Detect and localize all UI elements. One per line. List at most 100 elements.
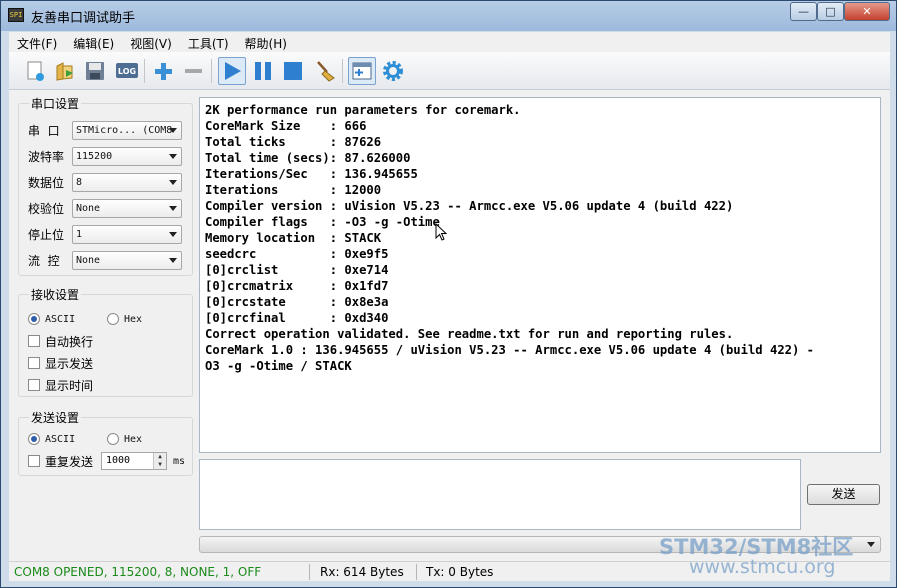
stepper-up-icon[interactable]: ▲ [154,453,166,461]
show-time-label: 显示时间 [45,378,94,393]
send-ascii-radio[interactable] [28,433,40,445]
toolbar: LOG [9,52,890,90]
repeat-send-row: 重复发送 1000 ▲ ▼ ms [28,451,185,471]
interval-unit: ms [173,455,186,467]
port-label: 串 口 [28,123,60,138]
receive-line: Total ticks : 87626 [205,135,382,149]
add-icon[interactable] [149,57,177,85]
databits-row: 数据位 8 [28,172,182,192]
port-select[interactable]: STMicro... (COM8 [72,120,182,140]
serial-settings-group: 串口设置 串 口 STMicro... (COM8 波特率 115200 数据位… [18,95,193,276]
chevron-down-icon [169,179,177,185]
receive-line: Iterations : 12000 [205,183,382,197]
receive-line: Compiler flags : -O3 -g -Otime [205,215,440,229]
receive-line: CoreMark Size : 666 [205,119,367,133]
stop-icon[interactable] [279,57,307,85]
mouse-cursor-icon [435,223,448,241]
receive-line: Correct operation validated. See readme.… [205,327,734,341]
repeat-send-checkbox[interactable] [28,455,40,467]
send-hex-label: Hex [124,433,143,445]
new-window-icon[interactable] [348,57,376,85]
menu-help[interactable]: 帮助(H) [237,32,295,52]
stepper-buttons[interactable]: ▲ ▼ [153,453,166,469]
status-tx: Tx: 0 Bytes [426,565,494,579]
send-settings-title: 发送设置 [29,409,82,426]
flow-select[interactable]: None [72,250,182,270]
main-area: 串口设置 串 口 STMicro... (COM8 波特率 115200 数据位… [9,90,890,561]
remove-icon[interactable] [179,57,207,85]
receive-ascii-label: ASCII [45,313,76,325]
open-icon[interactable] [51,57,79,85]
receive-line: CoreMark 1.0 : 136.945655 / uVision V5.2… [205,343,815,357]
send-textarea[interactable] [199,459,801,530]
receive-line: [0]crcstate : 0x8e3a [205,295,389,309]
clear-broom-icon[interactable] [311,57,339,85]
new-icon[interactable] [21,57,49,85]
receive-settings-group: 接收设置 ASCII Hex 自动换行 显示发送 显示时间 [18,286,193,397]
receive-line: Iterations/Sec : 136.945655 [205,167,418,181]
menu-bar: 文件(F) 编辑(E) 视图(V) 工具(T) 帮助(H) [9,32,890,52]
send-button[interactable]: 发送 [807,484,880,505]
watermark-url: www.stmcu.org [689,556,836,578]
receive-line: O3 -g -Otime / STACK [205,359,352,373]
receive-line: Compiler version : uVision V5.23 -- Armc… [205,199,734,213]
stopbits-row: 停止位 1 [28,224,182,244]
window-title: 友善串口调试助手 [31,11,136,26]
auto-wrap-row: 自动换行 [28,331,93,351]
stopbits-select[interactable]: 1 [72,224,182,244]
stopbits-label: 停止位 [28,227,65,242]
baud-select[interactable]: 115200 [72,146,182,166]
interval-value: 1000 [106,455,131,466]
flow-value: None [76,254,101,266]
menu-edit[interactable]: 编辑(E) [65,32,122,52]
flow-row: 流 控 None [28,250,182,270]
receive-textarea[interactable]: 2K performance run parameters for corema… [199,97,881,453]
auto-wrap-label: 自动换行 [45,334,94,349]
menu-tools[interactable]: 工具(T) [180,32,237,52]
close-button[interactable]: ✕ [844,2,890,21]
show-send-checkbox[interactable] [28,357,40,369]
receive-line: [0]crclist : 0xe714 [205,263,389,277]
interval-stepper[interactable]: 1000 ▲ ▼ [101,452,167,470]
title-bar[interactable]: SPI 友善串口调试助手 — □ ✕ [1,1,896,31]
receive-line: [0]crcmatrix : 0x1fd7 [205,279,389,293]
send-mode-row: ASCII Hex [28,429,142,449]
show-time-checkbox[interactable] [28,379,40,391]
menu-file[interactable]: 文件(F) [9,32,65,52]
databits-select[interactable]: 8 [72,172,182,192]
chevron-down-icon [169,257,177,263]
stopbits-value: 1 [76,228,83,240]
maximize-button[interactable]: □ [817,2,844,21]
show-time-row: 显示时间 [28,375,93,395]
databits-value: 8 [76,176,83,188]
window-controls: — □ ✕ [790,2,890,21]
show-send-row: 显示发送 [28,353,93,373]
save-icon[interactable] [81,57,109,85]
flow-label: 流 控 [28,253,60,268]
pause-icon[interactable] [249,57,277,85]
serial-settings-title: 串口设置 [29,95,82,112]
menu-view[interactable]: 视图(V) [122,32,180,52]
port-row: 串 口 STMicro... (COM8 [28,120,182,140]
port-value: STMicro... (COM8 [76,124,173,136]
auto-wrap-checkbox[interactable] [28,335,40,347]
stepper-down-icon[interactable]: ▼ [154,461,166,469]
parity-select[interactable]: None [72,198,182,218]
baud-row: 波特率 115200 [28,146,182,166]
chevron-down-icon [169,231,177,237]
parity-value: None [76,202,101,214]
play-icon[interactable] [218,57,246,85]
show-send-label: 显示发送 [45,356,94,371]
receive-text: 2K performance run parameters for corema… [205,102,814,374]
receive-ascii-radio[interactable] [28,313,40,325]
minimize-button[interactable]: — [790,2,817,21]
receive-hex-radio[interactable] [107,313,119,325]
status-rx: Rx: 614 Bytes [320,565,404,579]
receive-hex-label: Hex [124,313,143,325]
receive-line: Memory location : STACK [205,231,382,245]
settings-gear-icon[interactable] [379,57,407,85]
log-icon[interactable]: LOG [113,57,141,85]
send-ascii-label: ASCII [45,433,76,445]
baud-label: 波特率 [28,149,65,164]
send-hex-radio[interactable] [107,433,119,445]
